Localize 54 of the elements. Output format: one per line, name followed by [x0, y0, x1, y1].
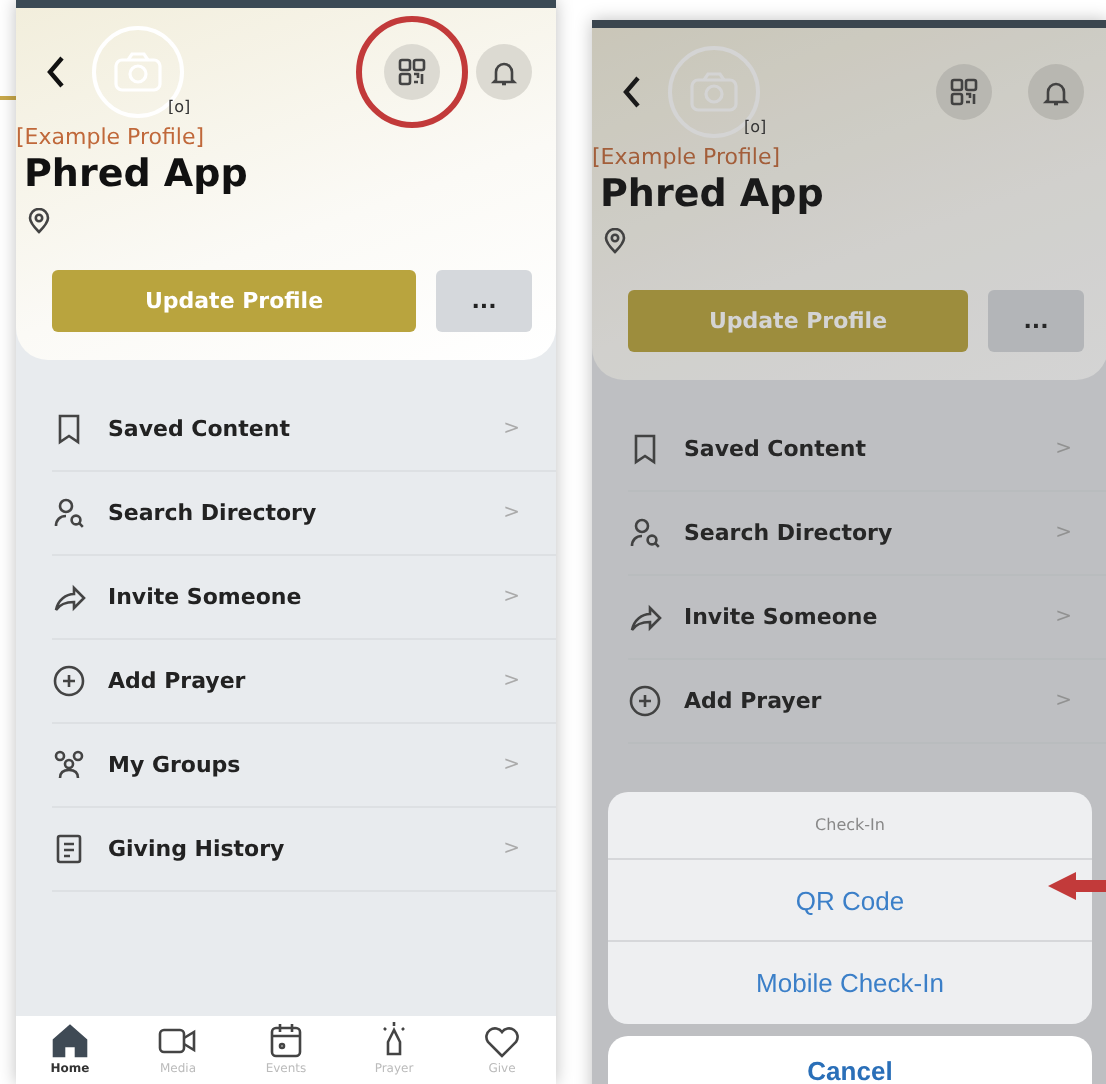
menu-item[interactable]: Search Directory >: [628, 492, 1106, 576]
profile-name: Phred App: [598, 172, 826, 216]
location-pin-icon: [28, 208, 50, 234]
menu-item[interactable]: Giving History >: [52, 808, 556, 892]
menu-item[interactable]: My Groups >: [52, 724, 556, 808]
home-icon: [48, 1020, 92, 1060]
qr-code-icon: [398, 58, 426, 86]
menu-item[interactable]: Search Directory >: [52, 472, 556, 556]
more-button[interactable]: ...: [436, 270, 532, 332]
qr-code-button[interactable]: [384, 44, 440, 100]
menu-item[interactable]: Invite Someone >: [628, 576, 1106, 660]
chevron-icon: >: [1055, 438, 1072, 460]
bell-icon: [490, 58, 518, 86]
back-icon[interactable]: [620, 72, 644, 112]
sheet-title: Check-In: [608, 792, 1092, 860]
plus-circle-icon: [52, 664, 86, 698]
chevron-icon: >: [503, 502, 520, 524]
profile-name: Phred App: [22, 152, 250, 196]
profile-label: [Example Profile]: [16, 124, 207, 150]
notifications-button[interactable]: [476, 44, 532, 100]
cancel-button[interactable]: Cancel: [608, 1036, 1092, 1084]
menu-item[interactable]: Saved Content >: [52, 388, 556, 472]
chevron-icon: >: [1055, 690, 1072, 712]
menu-item[interactable]: Saved Content >: [628, 408, 1106, 492]
camera-icon: [112, 50, 164, 94]
plus-circle-icon: [628, 684, 662, 718]
qr-code-button[interactable]: [936, 64, 992, 120]
share-arrow-icon: [628, 600, 662, 634]
sheet-option[interactable]: Mobile Check-In: [608, 942, 1092, 1024]
chevron-icon: >: [1055, 606, 1072, 628]
share-arrow-icon: [52, 580, 86, 614]
chevron-icon: >: [503, 838, 520, 860]
notifications-button[interactable]: [1028, 64, 1084, 120]
menu-item[interactable]: Add Prayer >: [628, 660, 1106, 744]
more-button[interactable]: ...: [988, 290, 1084, 352]
camera-tag: [o]: [744, 118, 767, 136]
menu-item[interactable]: Add Prayer >: [52, 640, 556, 724]
chevron-icon: >: [503, 754, 520, 776]
qr-code-icon: [950, 78, 978, 106]
group-icon: [52, 748, 86, 782]
person-search-icon: [628, 516, 662, 550]
menu-item[interactable]: Invite Someone >: [52, 556, 556, 640]
chevron-icon: >: [503, 586, 520, 608]
location-pin-icon: [604, 228, 626, 254]
bell-icon: [1042, 78, 1070, 106]
chevron-icon: >: [503, 670, 520, 692]
back-icon[interactable]: [44, 52, 68, 92]
receipt-icon: [52, 832, 86, 866]
camera-icon: [688, 70, 740, 114]
chevron-icon: >: [1055, 522, 1072, 544]
chevron-icon: >: [503, 418, 520, 440]
camera-tag: [o]: [168, 98, 191, 116]
profile-label: [Example Profile]: [592, 144, 783, 170]
person-search-icon: [52, 496, 86, 530]
